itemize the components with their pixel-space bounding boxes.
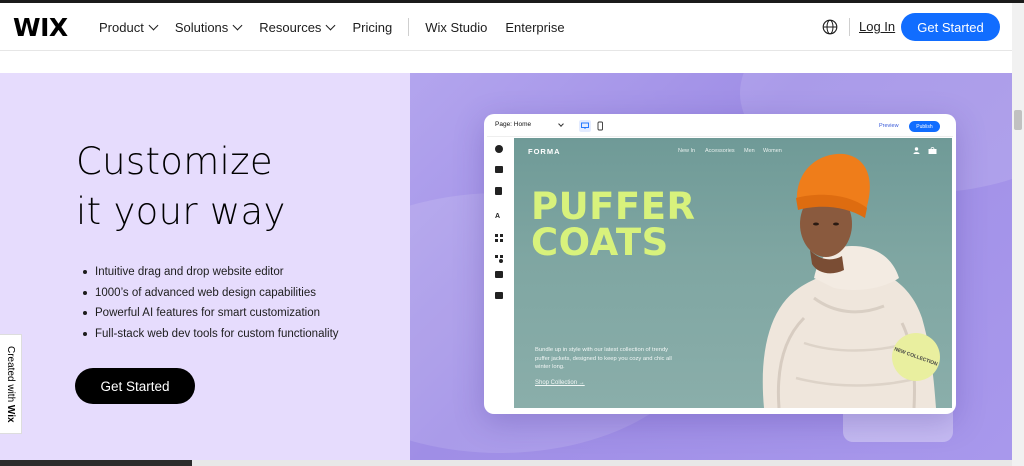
page-select[interactable]: Page: Home: [495, 121, 531, 128]
globe-icon[interactable]: [822, 19, 838, 35]
site-header: WIX Product Solutions Resources Pricing …: [0, 3, 1012, 51]
hero-title: Customize it your way: [76, 137, 286, 237]
hero-title-line: Customize: [76, 140, 273, 183]
theme-icon[interactable]: A: [495, 208, 503, 220]
site-headline: PUFFER COATS: [531, 185, 696, 264]
desktop-icon[interactable]: [579, 120, 591, 132]
list-item: 1000’s of advanced web design capabiliti…: [83, 283, 339, 304]
list-item-text: Intuitive drag and drop website editor: [95, 266, 284, 279]
nav-item-enterprise[interactable]: Enterprise: [505, 20, 564, 35]
chevron-down-icon: [232, 20, 243, 30]
header-divider: [849, 18, 850, 36]
created-with-wix-badge[interactable]: Created with Wix: [0, 334, 22, 434]
nav-item-label: Pricing: [352, 19, 393, 35]
headline-line: COATS: [531, 221, 669, 264]
get-started-button[interactable]: Get Started: [901, 13, 1000, 41]
user-icon[interactable]: [913, 147, 920, 154]
pages-icon[interactable]: [495, 187, 502, 195]
list-item: Powerful AI features for smart customiza…: [83, 303, 339, 324]
media-icon[interactable]: [495, 271, 503, 278]
bullet-icon: [83, 331, 87, 336]
cart-icon[interactable]: [928, 147, 937, 154]
nav-item-product[interactable]: Product: [99, 19, 159, 35]
site-brand[interactable]: FORMA: [528, 147, 561, 156]
mobile-icon[interactable]: [594, 120, 606, 132]
preview-link[interactable]: Preview: [879, 123, 899, 129]
nav-divider: [408, 18, 410, 36]
list-item-text: Powerful AI features for smart customiza…: [95, 307, 320, 320]
created-with-brand: Wix: [5, 404, 16, 423]
created-with-prefix: Created with: [5, 345, 16, 405]
site-preview-canvas[interactable]: FORMA New In Accessories Men Women PUFFE…: [514, 138, 952, 408]
chevron-down-icon: [325, 20, 336, 30]
new-collection-badge: NEW COLLECTION: [892, 333, 940, 381]
site-nav-item[interactable]: Accessories: [705, 148, 735, 154]
nav-item-label: Enterprise: [505, 19, 565, 35]
headline-line: PUFFER: [531, 185, 696, 228]
nav-item-wix-studio[interactable]: Wix Studio: [425, 20, 487, 35]
main-nav: Product Solutions Resources Pricing Wix …: [99, 3, 583, 51]
sections-icon[interactable]: [495, 166, 503, 173]
site-nav-item[interactable]: New In: [678, 148, 695, 154]
site-nav-item[interactable]: Women: [763, 148, 782, 154]
list-item: Intuitive drag and drop website editor: [83, 262, 339, 283]
nav-item-label: Wix Studio: [425, 19, 488, 35]
chevron-down-icon: [558, 121, 564, 127]
site-description: Bundle up in style with our latest colle…: [535, 347, 672, 370]
scrollbar-thumb[interactable]: [1014, 110, 1022, 130]
list-item: Full-stack web dev tools for custom func…: [83, 324, 339, 345]
list-item-text: 1000’s of advanced web design capabiliti…: [95, 286, 316, 299]
add-icon[interactable]: [495, 145, 503, 153]
nav-item-label: Solutions: [174, 19, 229, 35]
editor-mockup: Page: Home Preview Publish A FORMA New I…: [484, 114, 956, 414]
list-item-text: Full-stack web dev tools for custom func…: [95, 327, 339, 340]
bullet-icon: [83, 270, 87, 275]
business-icon[interactable]: [495, 250, 503, 263]
hero-title-line: it your way: [76, 190, 286, 233]
badge-text: NEW COLLECTION: [893, 346, 939, 368]
bottom-strip-dark: [0, 460, 192, 466]
nav-item-pricing[interactable]: Pricing: [352, 20, 392, 35]
wix-logo[interactable]: WIX: [13, 13, 68, 42]
bullet-icon: [83, 311, 87, 316]
editor-toolbar: Page: Home Preview Publish: [487, 117, 953, 137]
scrollbar[interactable]: [1012, 3, 1024, 466]
nav-item-resources[interactable]: Resources: [259, 19, 336, 35]
publish-button[interactable]: Publish: [909, 121, 940, 132]
chevron-down-icon: [148, 20, 159, 30]
bullet-icon: [83, 290, 87, 295]
nav-item-solutions[interactable]: Solutions: [174, 19, 243, 35]
cms-icon[interactable]: [495, 292, 503, 299]
apps-icon[interactable]: [495, 229, 503, 242]
nav-item-label: Product: [99, 19, 144, 35]
nav-item-label: Resources: [259, 19, 322, 35]
shop-collection-link[interactable]: Shop Collection →: [535, 380, 585, 386]
editor-tool-rail: A: [487, 137, 511, 411]
site-nav-item[interactable]: Men: [744, 148, 755, 154]
feature-list: Intuitive drag and drop website editor 1…: [83, 262, 339, 344]
login-link[interactable]: Log In: [859, 19, 895, 34]
created-with-text: Created with Wix: [5, 346, 16, 423]
hero-get-started-button[interactable]: Get Started: [75, 368, 195, 404]
